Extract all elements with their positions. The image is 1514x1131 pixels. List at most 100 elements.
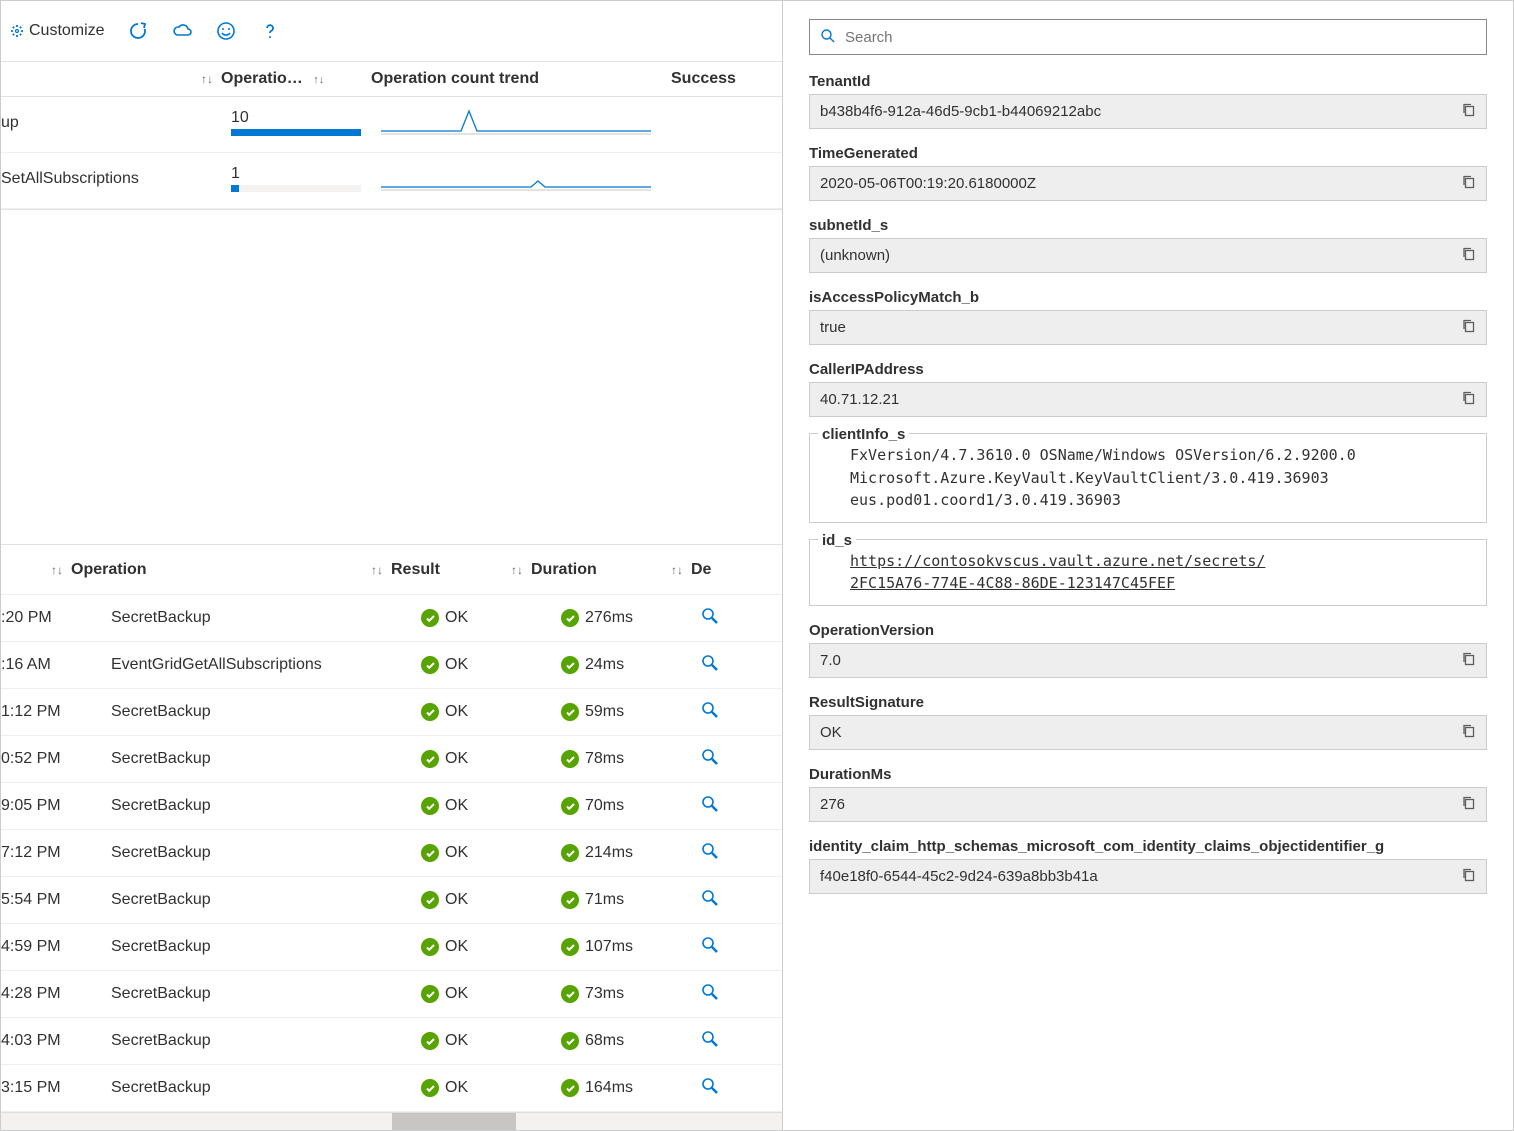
cell-result: OK <box>421 609 561 627</box>
cell-operation: SecretBackup <box>111 844 421 862</box>
refresh-icon[interactable] <box>127 20 149 42</box>
cell-time: 3:15 PM <box>1 1079 111 1097</box>
sort-icon[interactable]: ↑↓ <box>51 563 63 577</box>
field-plain[interactable]: clientInfo_sFxVersion/4.7.3610.0 OSName/… <box>809 433 1487 523</box>
table-row[interactable]: 7:12 PMSecretBackup OK 214ms <box>1 830 782 877</box>
cell-details[interactable] <box>701 701 761 724</box>
cell-time: :16 AM <box>1 656 111 674</box>
magnifier-icon[interactable] <box>701 847 719 864</box>
table-row[interactable]: 4:59 PMSecretBackup OK 107ms <box>1 924 782 971</box>
field-label: OperationVersion <box>809 622 1487 639</box>
sort-icon[interactable]: ↑↓ <box>511 563 523 577</box>
sort-icon[interactable]: ↑↓ <box>313 74 324 86</box>
search-input[interactable] <box>843 28 1476 47</box>
magnifier-icon[interactable] <box>701 706 719 723</box>
cell-operation: SecretBackup <box>111 750 421 768</box>
col-details[interactable]: De <box>691 561 751 579</box>
copy-icon[interactable] <box>1461 102 1476 121</box>
cell-details[interactable] <box>701 1077 761 1100</box>
toolbar: Customize <box>1 1 782 61</box>
col-success[interactable]: Success <box>671 70 751 88</box>
copy-icon[interactable] <box>1461 723 1476 742</box>
copy-icon[interactable] <box>1461 651 1476 670</box>
table-row[interactable]: 1:12 PMSecretBackup OK 59ms <box>1 689 782 736</box>
magnifier-icon[interactable] <box>701 988 719 1005</box>
field-value[interactable]: OK <box>809 715 1487 750</box>
field-value[interactable]: 276 <box>809 787 1487 822</box>
col-result[interactable]: Result <box>391 561 440 578</box>
cell-details[interactable] <box>701 983 761 1006</box>
feedback-icon[interactable] <box>215 20 237 42</box>
copy-icon[interactable] <box>1461 318 1476 337</box>
check-icon <box>561 891 579 909</box>
summary-row[interactable]: SetAllSubscriptions1 <box>1 153 782 209</box>
field-plain[interactable]: id_shttps://contosokvscus.vault.azure.ne… <box>809 539 1487 606</box>
magnifier-icon[interactable] <box>701 612 719 629</box>
summary-count: 10 <box>231 109 381 136</box>
table-row[interactable]: 5:54 PMSecretBackup OK 71ms <box>1 877 782 924</box>
cell-operation: SecretBackup <box>111 797 421 815</box>
magnifier-icon[interactable] <box>701 894 719 911</box>
col-duration[interactable]: Duration <box>531 561 597 578</box>
table-row[interactable]: 4:28 PMSecretBackup OK 73ms <box>1 971 782 1018</box>
table-row[interactable]: :20 PMSecretBackup OK 276ms <box>1 595 782 642</box>
field-value[interactable]: f40e18f0-6544-45c2-9d24-639a8bb3b41a <box>809 859 1487 894</box>
field-value[interactable]: 2020-05-06T00:19:20.6180000Z <box>809 166 1487 201</box>
cell-operation: SecretBackup <box>111 703 421 721</box>
check-icon <box>421 750 439 768</box>
horizontal-scrollbar[interactable] <box>1 1112 782 1130</box>
magnifier-icon[interactable] <box>701 659 719 676</box>
cell-details[interactable] <box>701 1030 761 1053</box>
search-box[interactable] <box>809 19 1487 55</box>
cell-details[interactable] <box>701 889 761 912</box>
col-operation[interactable]: Operation <box>71 561 147 578</box>
magnifier-icon[interactable] <box>701 1035 719 1052</box>
check-icon <box>421 656 439 674</box>
field-value[interactable]: true <box>809 310 1487 345</box>
magnifier-icon[interactable] <box>701 800 719 817</box>
magnifier-icon[interactable] <box>701 1082 719 1099</box>
customize-button[interactable]: Customize <box>9 22 105 40</box>
table-row[interactable]: 4:03 PMSecretBackup OK 68ms <box>1 1018 782 1065</box>
cell-details[interactable] <box>701 748 761 771</box>
field-value[interactable]: 7.0 <box>809 643 1487 678</box>
cell-result: OK <box>421 750 561 768</box>
sort-icon[interactable]: ↑↓ <box>671 563 683 577</box>
copy-icon[interactable] <box>1461 246 1476 265</box>
field-label: identity_claim_http_schemas_microsoft_co… <box>809 838 1487 855</box>
cloud-icon[interactable] <box>171 20 193 42</box>
magnifier-icon[interactable] <box>701 753 719 770</box>
copy-icon[interactable] <box>1461 174 1476 193</box>
cell-details[interactable] <box>701 795 761 818</box>
magnifier-icon[interactable] <box>701 941 719 958</box>
summary-trend <box>381 163 681 194</box>
customize-label: Customize <box>29 22 105 40</box>
check-icon <box>561 609 579 627</box>
check-icon <box>421 1032 439 1050</box>
check-icon <box>421 985 439 1003</box>
field-label: DurationMs <box>809 766 1487 783</box>
field-label: id_s <box>818 530 856 553</box>
table-row[interactable]: 9:05 PMSecretBackup OK 70ms <box>1 783 782 830</box>
cell-operation: SecretBackup <box>111 985 421 1003</box>
table-row[interactable]: :16 AMEventGridGetAllSubscriptions OK 24… <box>1 642 782 689</box>
cell-details[interactable] <box>701 607 761 630</box>
field-value[interactable]: 40.71.12.21 <box>809 382 1487 417</box>
col-operation[interactable]: Operatio… ↑↓ <box>221 70 371 88</box>
field-value[interactable]: b438b4f6-912a-46d5-9cb1-b44069212abc <box>809 94 1487 129</box>
col-trend[interactable]: Operation count trend <box>371 70 671 88</box>
cell-result: OK <box>421 797 561 815</box>
field-value[interactable]: (unknown) <box>809 238 1487 273</box>
table-row[interactable]: 0:52 PMSecretBackup OK 78ms <box>1 736 782 783</box>
summary-row[interactable]: up10 <box>1 97 782 153</box>
help-icon[interactable] <box>259 20 281 42</box>
cell-details[interactable] <box>701 936 761 959</box>
copy-icon[interactable] <box>1461 867 1476 886</box>
copy-icon[interactable] <box>1461 795 1476 814</box>
cell-details[interactable] <box>701 842 761 865</box>
cell-details[interactable] <box>701 654 761 677</box>
sort-icon[interactable]: ↑↓ <box>371 563 383 577</box>
copy-icon[interactable] <box>1461 390 1476 409</box>
sort-icon[interactable]: ↑↓ <box>201 72 213 86</box>
table-row[interactable]: 3:15 PMSecretBackup OK 164ms <box>1 1065 782 1112</box>
